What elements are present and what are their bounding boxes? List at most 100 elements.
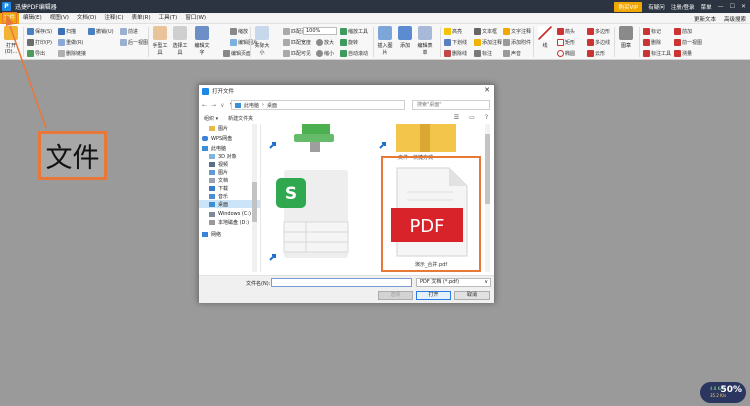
measure-button[interactable]: 测量 (674, 48, 692, 58)
menu-tools[interactable]: 工具(T) (155, 13, 182, 24)
list-item[interactable] (284, 124, 344, 154)
export-button[interactable]: 导出 (27, 48, 45, 58)
menu-document[interactable]: 文档(D) (73, 13, 101, 24)
mark-button[interactable]: 标记 (643, 26, 661, 36)
actual-size-button[interactable]: 实际大小 (253, 26, 271, 56)
tree-item-drive-c[interactable]: Windows (C:) (199, 210, 260, 218)
network-speed-badge[interactable]: 4.8 K/s 35.2 K/s 50% (700, 382, 746, 403)
options-button[interactable]: 选项 (378, 291, 413, 300)
edit-text-button[interactable]: 编辑文字 (193, 26, 211, 56)
address-bar[interactable]: 此电脑 › 桌面 (231, 100, 405, 110)
sound-button[interactable]: 声音 (503, 48, 521, 58)
tree-scrollbar-thumb[interactable] (252, 182, 257, 222)
maximize-icon[interactable]: ☐ (730, 3, 735, 10)
list-item[interactable]: S (276, 170, 356, 262)
save-button[interactable]: 保存(S) (27, 26, 52, 36)
next-view-button[interactable]: 后一视图 (120, 37, 148, 47)
breadcrumb-this-pc[interactable]: 此电脑 (244, 102, 259, 109)
markup-tool-button[interactable]: 标注工具 (643, 48, 671, 58)
edit-page-button[interactable]: 编辑页面 (223, 48, 251, 58)
underline-button[interactable]: 下划线 (444, 37, 467, 47)
tree-item-wps-cloud[interactable]: WPS网盘 (199, 134, 260, 142)
arrow-button[interactable]: 箭头 (557, 26, 575, 36)
tree-item-drive-d[interactable]: 本地磁盘 (D:) (199, 218, 260, 226)
tree-item-videos[interactable]: 视频 (199, 160, 260, 168)
textbox-button[interactable]: 文本框 (474, 26, 497, 36)
help-link[interactable]: 有疑问 (648, 3, 665, 11)
help-icon[interactable]: ? (485, 114, 488, 121)
zoom-in-button[interactable]: 放大 (316, 37, 334, 47)
tree-item-downloads[interactable]: 下载 (199, 184, 260, 192)
forward-arrow-icon[interactable]: → (211, 102, 216, 109)
tree-item-pictures[interactable]: 图片 (199, 124, 260, 132)
file-list-scrollbar-thumb[interactable] (485, 134, 490, 204)
list-item[interactable] (396, 124, 456, 152)
cloud-button[interactable]: 云形 (587, 48, 605, 58)
rotate-button[interactable]: 旋转 (340, 37, 358, 47)
undo-button[interactable]: 撤销(U) (88, 26, 114, 36)
menu-view[interactable]: 视图(V) (46, 13, 73, 24)
polygon-button[interactable]: 多边形 (587, 26, 610, 36)
update-text-button[interactable]: 更新文本 (694, 15, 716, 23)
print-button[interactable]: 打印(P) (27, 37, 52, 47)
edit-form-button[interactable]: 编辑表单 (416, 26, 434, 56)
back-arrow-icon[interactable]: ← (202, 102, 207, 109)
line-button[interactable]: 线 (536, 26, 554, 49)
tree-scrollbar[interactable] (252, 124, 257, 272)
filetype-select[interactable]: PDF 文档 (*.pdf) ∨ (416, 278, 491, 287)
menu-edit[interactable]: 编辑(E) (19, 13, 46, 24)
open-button[interactable]: 打开 (416, 291, 451, 300)
organize-button[interactable]: 组织 ▾ (204, 115, 218, 122)
rectangle-button[interactable]: 矩形 (557, 37, 575, 47)
preview-pane-icon[interactable]: ▭ (469, 114, 475, 121)
tree-item-music[interactable]: 音乐 (199, 192, 260, 200)
close-icon[interactable]: ✕ (741, 3, 746, 10)
insert-image-button[interactable]: 插入图片 (376, 26, 394, 56)
zoom-tool-button[interactable]: 缩放工具 (340, 26, 368, 36)
attachment-button[interactable]: 添加附件 (503, 37, 531, 47)
pdf-file-item[interactable]: PDF 演示_合并.pdf (381, 156, 481, 272)
delete-link-button[interactable]: 删除链接 (58, 48, 86, 58)
tree-item-desktop[interactable]: 桌面 (199, 200, 260, 208)
prev-view-button[interactable]: 前一视图 (674, 37, 702, 47)
fit-width-button[interactable]: 匹配宽度 (283, 37, 311, 47)
strikethrough-button[interactable]: 删除线 (444, 48, 467, 58)
view-options-icon[interactable]: ☰ (454, 114, 459, 121)
stamp-button[interactable]: 图章 (617, 26, 635, 49)
filename-input[interactable] (271, 278, 412, 287)
add-annotation-button[interactable]: 添加注释 (474, 37, 502, 47)
hand-tool-button[interactable]: 手型工具 (151, 26, 169, 56)
tree-item-documents[interactable]: 文档 (199, 176, 260, 184)
tree-item-network[interactable]: 网络 (199, 230, 260, 238)
callout-button[interactable]: 标注 (474, 48, 492, 58)
stamp-text-button[interactable]: 文字注释 (503, 26, 531, 36)
redo-button[interactable]: 重做(R) (58, 37, 83, 47)
file-list-scrollbar[interactable] (485, 124, 490, 272)
tree-item-images[interactable]: 图片 (199, 168, 260, 176)
menu-button[interactable]: 菜单 (701, 3, 712, 11)
polyline-button[interactable]: 多边线 (587, 37, 610, 47)
vip-button[interactable]: 购买VIP (614, 1, 643, 12)
fit-visible-button[interactable]: 匹配可见 (283, 48, 311, 58)
minimize-icon[interactable]: — (718, 3, 724, 10)
breadcrumb-desktop[interactable]: 桌面 (267, 102, 277, 109)
auto-scroll-button[interactable]: 自动滚动 (340, 48, 368, 58)
search-input[interactable]: 搜索"桌面" (412, 100, 490, 110)
menu-form[interactable]: 表单(R) (128, 13, 155, 24)
menu-comment[interactable]: 注释(C) (100, 13, 127, 24)
forward-button[interactable]: 前进 (120, 26, 138, 36)
zoom-out-button[interactable]: 缩小 (316, 48, 334, 58)
login-link[interactable]: 注册/登录 (671, 3, 695, 11)
tree-item-3d-objects[interactable]: 3D 对象 (199, 152, 260, 160)
menu-window[interactable]: 窗口(W) (181, 13, 210, 24)
dialog-close-icon[interactable]: ✕ (484, 86, 490, 94)
highlight-button[interactable]: 高亮 (444, 26, 462, 36)
recent-dropdown-icon[interactable]: ∨ (220, 102, 224, 109)
front-add-button[interactable]: 前加 (674, 26, 692, 36)
new-folder-button[interactable]: 新建文件夹 (228, 115, 253, 122)
cancel-button[interactable]: 取消 (454, 291, 490, 300)
zoom-select[interactable]: 100% (303, 27, 337, 35)
tree-item-this-pc[interactable]: 此电脑 (199, 144, 260, 152)
select-tool-button[interactable]: 选择工具 (171, 26, 189, 56)
scan-button[interactable]: 扫描 (58, 26, 76, 36)
